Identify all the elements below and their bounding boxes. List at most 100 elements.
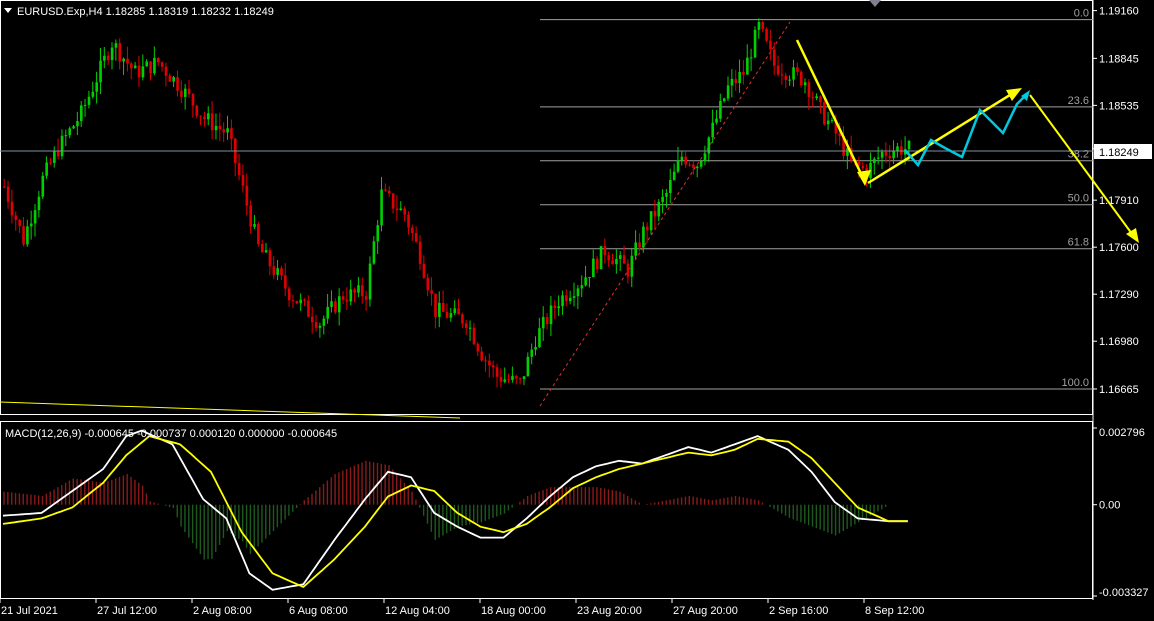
- candle-body: [499, 376, 503, 382]
- price-tick-label: 1.17290: [1099, 289, 1139, 301]
- candle-body: [607, 255, 611, 261]
- candle-body: [669, 180, 672, 193]
- candle-body: [126, 58, 129, 64]
- candle-body: [696, 166, 699, 168]
- chart-canvas[interactable]: 0.023.638.250.061.8100.0 1.191601.188451…: [0, 0, 1154, 621]
- candle-body: [341, 296, 345, 300]
- fib-level-label: 61.8: [1068, 237, 1089, 249]
- candle-body: [611, 260, 614, 265]
- candle-body: [291, 300, 295, 302]
- time-tick-label: 2 Sep 16:00: [769, 605, 828, 617]
- candle-body: [149, 61, 152, 74]
- candle-body: [453, 308, 457, 314]
- candle-body: [364, 296, 368, 300]
- candle-body: [796, 67, 799, 72]
- candle-body: [22, 226, 25, 245]
- candle-body: [249, 205, 252, 227]
- candle-body: [53, 151, 56, 163]
- candle-body: [634, 242, 637, 256]
- fib-level-label: 100.0: [1061, 377, 1089, 389]
- candle-body: [534, 346, 537, 350]
- price-tick-label: 1.18845: [1099, 53, 1139, 65]
- candle-body: [253, 224, 256, 227]
- candle-body: [195, 105, 199, 116]
- candle-body: [715, 118, 718, 123]
- time-tick-label: 12 Aug 04:00: [385, 605, 450, 617]
- candle-body: [873, 158, 876, 163]
- candle-body: [484, 360, 487, 362]
- macd-tick-label: -0.003327: [1099, 587, 1149, 599]
- candle-body: [630, 255, 634, 277]
- candle-body: [314, 322, 318, 328]
- candle-body: [549, 305, 553, 325]
- time-tick-label: 2 Aug 08:00: [193, 605, 252, 617]
- candle-body: [337, 296, 341, 313]
- candle-body: [726, 85, 730, 99]
- candle-body: [176, 77, 179, 91]
- candle-body: [788, 79, 791, 81]
- candle-body: [118, 43, 122, 62]
- candle-body: [592, 258, 595, 278]
- candle-body: [380, 189, 383, 226]
- candle-body: [307, 300, 310, 317]
- candle-body: [661, 196, 664, 202]
- candle-body: [83, 104, 87, 106]
- price-axis: 1.19160 1.18845 1.18535 1.17910 1.17600 1.172…: [1093, 6, 1149, 599]
- candle-body: [349, 289, 353, 302]
- candle-body: [515, 376, 518, 379]
- candle-body: [237, 162, 241, 176]
- candle-body: [326, 306, 329, 319]
- candle-body: [41, 175, 45, 197]
- candle-body: [649, 211, 653, 231]
- candle-body: [688, 164, 691, 166]
- price-tick-label: 1.16665: [1099, 384, 1139, 396]
- candle-body: [792, 67, 795, 80]
- candle-body: [80, 105, 83, 122]
- candle-body: [264, 250, 268, 253]
- candle-body: [653, 211, 657, 217]
- candle-body: [472, 327, 476, 345]
- candle-body: [199, 115, 202, 117]
- candle-body: [761, 22, 765, 30]
- candle-body: [468, 327, 472, 329]
- candle-body: [222, 129, 226, 133]
- candle-body: [137, 65, 141, 78]
- candle-body: [87, 96, 91, 105]
- candle-body: [372, 241, 376, 264]
- candle-body: [445, 311, 449, 318]
- candle-body: [692, 164, 695, 168]
- candle-body: [815, 96, 818, 99]
- candle-body: [638, 242, 641, 248]
- candle-body: [230, 128, 233, 139]
- candle-body: [642, 226, 645, 248]
- candle-body: [553, 305, 557, 309]
- candle-body: [311, 316, 314, 323]
- candle-body: [807, 82, 811, 97]
- time-axis: 21 Jul 2021 27 Jul 12:00 2 Aug 08:00 6 Aug …: [0, 598, 924, 617]
- candle-body: [49, 162, 52, 164]
- candle-body: [784, 75, 788, 80]
- candle-body: [157, 57, 160, 63]
- candle-body: [95, 82, 98, 92]
- candle-body: [746, 57, 749, 75]
- candle-body: [403, 208, 406, 215]
- candle-body: [203, 116, 206, 120]
- candle-body: [180, 90, 183, 97]
- candle-body: [826, 120, 830, 125]
- symbol-header: EURUSD.Exp,H4 1.18285 1.18319 1.18232 1.…: [17, 6, 274, 18]
- candle-body: [280, 268, 283, 276]
- candle-body: [76, 121, 79, 127]
- candle-body: [207, 113, 210, 120]
- main-chart-panel[interactable]: [0, 0, 1093, 415]
- candle-body: [214, 125, 218, 131]
- candle-body: [391, 193, 395, 209]
- candle-body: [665, 192, 668, 197]
- candle-body: [888, 155, 892, 159]
- candle-body: [72, 126, 75, 129]
- price-tick-label: 1.17910: [1099, 195, 1139, 207]
- candle-body: [330, 301, 333, 307]
- candle-body: [56, 151, 60, 157]
- candle-body: [191, 94, 195, 106]
- candle-body: [268, 250, 272, 267]
- candle-body: [769, 40, 772, 50]
